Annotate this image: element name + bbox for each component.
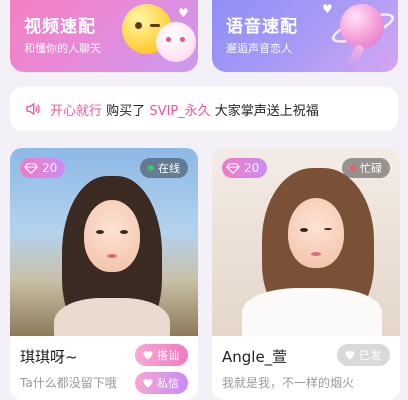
status-text: 在线 [158,162,180,175]
notice-message: 大家掌声送上祝福 [214,103,319,119]
voice-match-banner[interactable]: 语音速配 邂逅声音恋人 ♥ [212,0,398,72]
purchase-notice-bar[interactable]: 开心就行 购买了 SVIP_永久 大家掌声送上祝福 [10,87,398,131]
user-card[interactable]: 20 忙碌 Angle_萱 我就是我，不一样的烟火 已发 [212,148,400,400]
status-dot [148,165,154,171]
notice-action: 购买了 [106,103,146,119]
status-text: 忙碌 [360,162,382,175]
private-message-button[interactable]: 私信 [135,372,188,394]
heart-icon [143,351,153,360]
voice-match-subtitle: 邂逅声音恋人 [226,42,292,55]
smile-emoji-icon [156,22,196,62]
user-name: Angle_萱 [222,348,288,366]
chat-up-button[interactable]: 搭讪 [135,344,188,366]
user-card[interactable]: 20 在线 琪琪呀~ Ta什么都没留下哦 搭讪 私信 [10,148,198,400]
diamond-count: 20 [244,161,260,175]
sent-button[interactable]: 已发 [337,344,390,366]
user-name: 琪琪呀~ [20,348,78,366]
notice-product: SVIP_永久 [149,103,211,119]
video-match-title: 视频速配 [24,17,96,37]
user-bio: 我就是我，不一样的烟火 [222,376,355,390]
heart-message-icon [143,379,153,388]
diamond-icon [24,163,38,174]
diamond-count-badge: 20 [20,158,66,178]
heart-icon: ♥ [322,2,333,16]
microphone-icon [340,4,384,48]
online-status-badge: 在线 [140,158,188,178]
busy-status-badge: 忙碌 [342,158,390,178]
diamond-count: 20 [42,161,58,175]
diamond-icon [226,163,240,174]
video-match-banner[interactable]: 视频速配 和懂你的人聊天 ♥ [10,0,198,72]
video-match-subtitle: 和懂你的人聊天 [24,42,101,55]
notice-user: 开心就行 [50,103,103,119]
diamond-count-badge: 20 [222,158,268,178]
status-dot [350,165,356,171]
heart-icon: ♥ [178,6,189,20]
speaker-icon [26,103,40,115]
heart-icon [345,351,355,360]
microphone-handle [344,43,366,72]
voice-match-title: 语音速配 [226,17,298,37]
